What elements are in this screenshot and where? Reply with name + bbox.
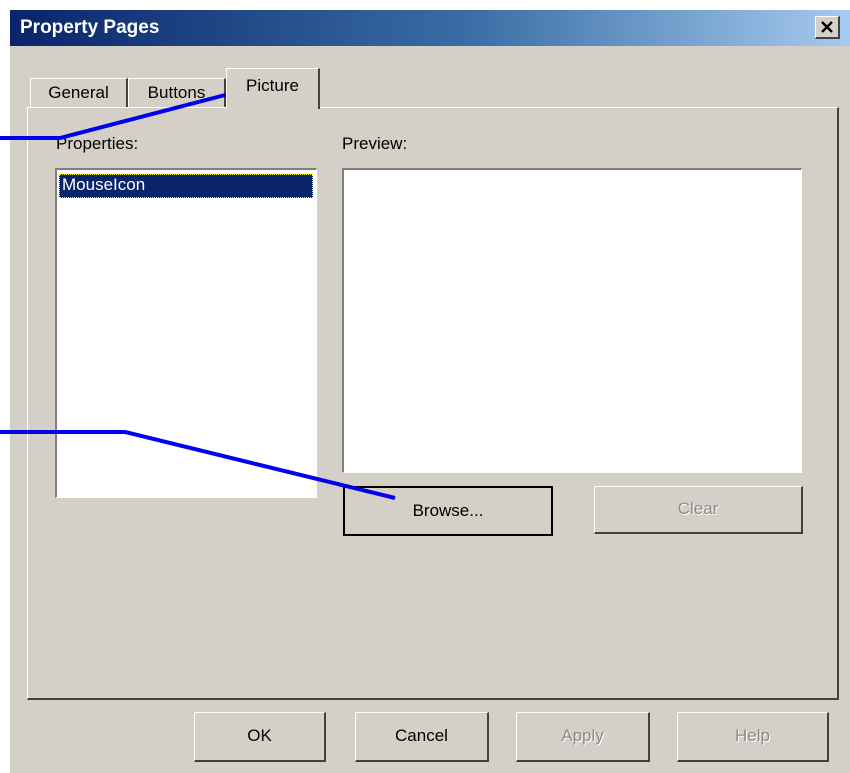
tab-buttons[interactable]: Buttons	[128, 78, 226, 108]
window-title: Property Pages	[20, 17, 160, 38]
picture-preview	[342, 168, 802, 473]
close-button[interactable]	[815, 16, 840, 39]
browse-button[interactable]: Browse...	[343, 486, 553, 536]
tab-general[interactable]: General	[30, 78, 128, 108]
properties-label: Properties:	[56, 134, 139, 153]
list-item-mouseicon[interactable]: MouseIcon	[59, 174, 313, 198]
apply-button[interactable]: Apply	[516, 712, 650, 762]
tab-picture[interactable]: Picture	[226, 68, 320, 109]
property-pages-dialog: Property Pages General Buttons Picture P…	[10, 10, 850, 773]
ok-button[interactable]: OK	[194, 712, 326, 762]
preview-label: Preview:	[342, 134, 408, 153]
clear-button[interactable]: Clear	[594, 486, 803, 534]
properties-list[interactable]: MouseIcon	[55, 168, 317, 498]
help-button[interactable]: Help	[677, 712, 829, 762]
title-bar[interactable]: Property Pages	[10, 10, 850, 46]
close-icon	[821, 21, 833, 33]
cancel-button[interactable]: Cancel	[355, 712, 489, 762]
